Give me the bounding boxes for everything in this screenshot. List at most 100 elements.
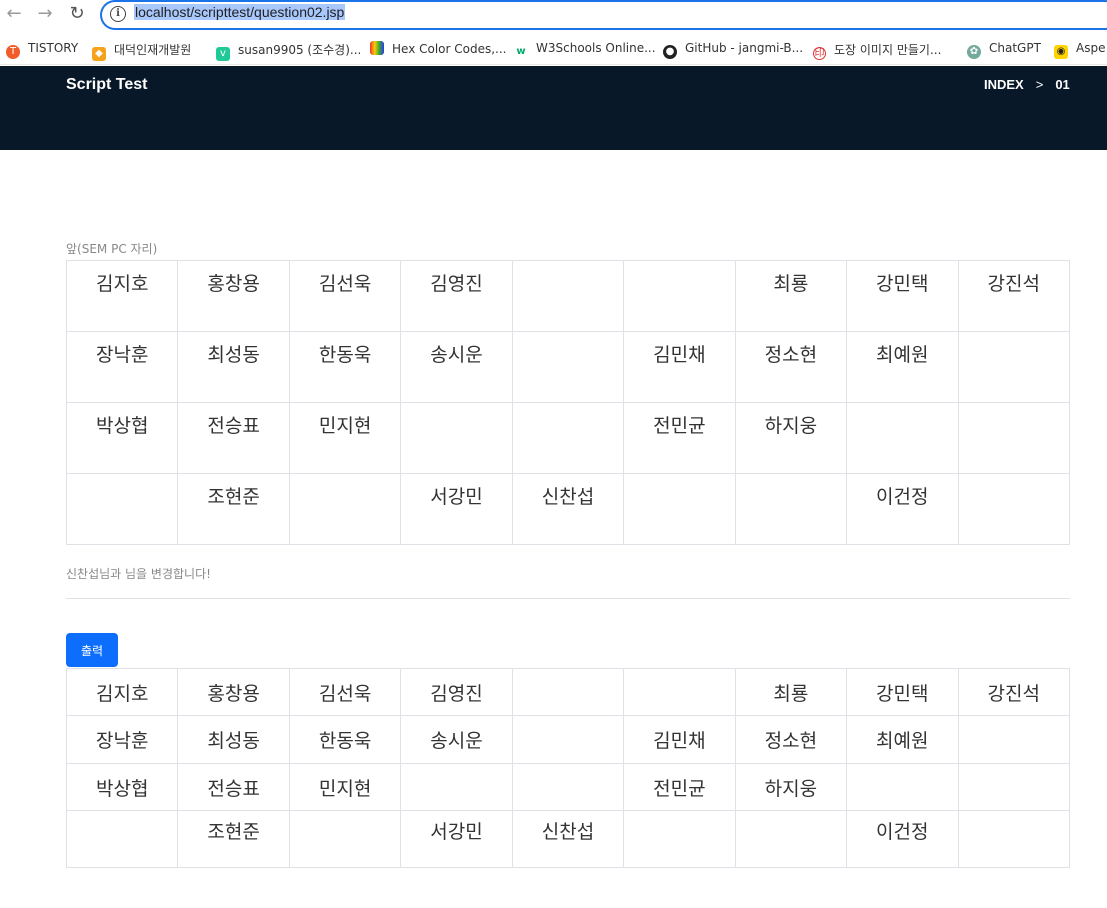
seat-cell[interactable]: 한동욱: [288, 715, 402, 764]
seat-table: 김지호 홍창용 김선욱 김영진 최룡 강민택 강진석장낙훈 최성동 한동욱 송시운 김민채 정소현 최예…: [65, 260, 1070, 545]
seat-cell[interactable]: 최성동: [177, 715, 290, 764]
seat-cell[interactable]: 하지웅: [734, 402, 848, 474]
w3schools-icon: w: [514, 45, 528, 59]
seat-cell[interactable]: [957, 402, 1070, 474]
back-icon[interactable]: ←: [2, 3, 26, 24]
seat-cell[interactable]: 장낙훈: [65, 331, 179, 403]
output-button[interactable]: 출력: [66, 633, 118, 667]
seat-cell[interactable]: 이건정: [846, 473, 959, 545]
output-seat-table: 김지호 홍창용 김선욱 김영진 최룡 강민택 강진석장낙훈 최성동 한동욱 송시운 김민채 정소현 최예…: [65, 668, 1070, 868]
seat-cell[interactable]: [957, 473, 1070, 545]
seat-cell[interactable]: 김영진: [400, 260, 513, 332]
seat-cell[interactable]: 이건정: [846, 810, 959, 868]
seat-cell[interactable]: [511, 668, 625, 716]
seat-cell[interactable]: [734, 810, 848, 868]
breadcrumb-current: 01: [1055, 77, 1070, 92]
bookmark-ddit[interactable]: ◆ 대덕인재개발원: [92, 41, 191, 61]
seat-cell[interactable]: [400, 402, 513, 474]
swap-message: 신찬섭님과 님을 변경합니다!: [66, 567, 211, 581]
seat-cell[interactable]: [623, 473, 736, 545]
seat-cell[interactable]: [734, 473, 848, 545]
seat-row: 박상협 전승표 민지현 전민균 하지웅: [65, 763, 1070, 811]
bookmark-github[interactable]: ● GitHub - jangmi-B...: [663, 41, 803, 59]
seat-cell[interactable]: 서강민: [400, 810, 513, 868]
seat-cell[interactable]: 신찬섭: [511, 473, 625, 545]
seat-caption: 앞(SEM PC 자리): [66, 242, 158, 256]
forward-icon[interactable]: →: [33, 3, 57, 24]
seat-cell[interactable]: 김민채: [623, 715, 736, 764]
brand-title[interactable]: Script Test: [66, 76, 148, 94]
seat-cell[interactable]: 최성동: [177, 331, 290, 403]
seat-cell[interactable]: [957, 715, 1070, 764]
seat-cell[interactable]: [623, 668, 736, 716]
bookmark-stamp[interactable]: 印 도장 이미지 만들기...: [813, 41, 941, 60]
breadcrumb-index[interactable]: INDEX: [984, 77, 1024, 92]
seat-cell[interactable]: 최예원: [846, 715, 959, 764]
info-icon[interactable]: i: [110, 6, 126, 22]
seat-cell[interactable]: 민지현: [288, 402, 402, 474]
seat-cell[interactable]: 홍창용: [177, 668, 290, 716]
seat-cell[interactable]: [511, 260, 625, 332]
seat-row: 조현준 서강민 신찬섭 이건정: [65, 810, 1070, 868]
seat-cell[interactable]: 송시운: [400, 715, 513, 764]
seat-cell[interactable]: 강진석: [957, 668, 1070, 716]
seat-cell[interactable]: [957, 331, 1070, 403]
bookmark-velog[interactable]: v susan9905 (조수경)...: [216, 41, 361, 61]
seat-cell[interactable]: 김선욱: [288, 668, 402, 716]
seat-cell[interactable]: 김영진: [400, 668, 513, 716]
seat-cell[interactable]: 김지호: [65, 260, 179, 332]
seat-cell[interactable]: [623, 260, 736, 332]
seat-cell[interactable]: [400, 763, 513, 811]
seat-cell[interactable]: 장낙훈: [65, 715, 179, 764]
seat-cell[interactable]: [288, 810, 402, 868]
seat-cell[interactable]: 홍창용: [177, 260, 290, 332]
seat-cell[interactable]: [511, 402, 625, 474]
seat-cell[interactable]: 조현준: [177, 810, 290, 868]
seat-row: 장낙훈 최성동 한동욱 송시운 김민채 정소현 최예원: [65, 331, 1070, 403]
seat-cell[interactable]: [957, 763, 1070, 811]
seat-cell[interactable]: 전민균: [623, 763, 736, 811]
seat-cell[interactable]: [511, 331, 625, 403]
bookmark-aspe[interactable]: ◉ Aspe: [1054, 41, 1105, 59]
seat-cell[interactable]: 정소현: [734, 331, 848, 403]
seat-cell[interactable]: [846, 402, 959, 474]
seat-cell[interactable]: 하지웅: [734, 763, 848, 811]
seat-cell[interactable]: 김선욱: [288, 260, 402, 332]
seat-cell[interactable]: 서강민: [400, 473, 513, 545]
bookmark-chatgpt[interactable]: ✿ ChatGPT: [967, 41, 1041, 59]
seat-cell[interactable]: 강민택: [846, 260, 959, 332]
seat-cell[interactable]: 최룡: [734, 668, 848, 716]
seat-cell[interactable]: 정소현: [734, 715, 848, 764]
seat-cell[interactable]: 최예원: [846, 331, 959, 403]
seat-cell[interactable]: 박상협: [65, 402, 179, 474]
url-text[interactable]: localhost/scripttest/question02.jsp: [134, 4, 346, 20]
seat-cell[interactable]: [846, 763, 959, 811]
seat-cell[interactable]: 강민택: [846, 668, 959, 716]
seat-cell[interactable]: [65, 810, 179, 868]
seat-cell[interactable]: 민지현: [288, 763, 402, 811]
stamp-icon: 印: [813, 47, 826, 60]
bookmark-w3schools[interactable]: w W3Schools Online...: [514, 41, 656, 59]
seat-cell[interactable]: 한동욱: [288, 331, 402, 403]
bookmark-tistory[interactable]: T TISTORY: [6, 41, 78, 59]
seat-cell[interactable]: 김민채: [623, 331, 736, 403]
seat-cell[interactable]: 최룡: [734, 260, 848, 332]
bookmarks-bar: T TISTORY ◆ 대덕인재개발원 v susan9905 (조수경)... He…: [0, 34, 1107, 65]
reload-icon[interactable]: ↻: [65, 3, 89, 24]
seat-cell[interactable]: 김지호: [65, 668, 179, 716]
bookmark-hex[interactable]: Hex Color Codes,...: [370, 41, 507, 56]
seat-cell[interactable]: 조현준: [177, 473, 290, 545]
seat-cell[interactable]: [511, 763, 625, 811]
seat-cell[interactable]: 전민균: [623, 402, 736, 474]
seat-cell[interactable]: 송시운: [400, 331, 513, 403]
seat-cell[interactable]: [288, 473, 402, 545]
seat-cell[interactable]: 전승표: [177, 402, 290, 474]
seat-cell[interactable]: [957, 810, 1070, 868]
seat-cell[interactable]: 전승표: [177, 763, 290, 811]
seat-cell[interactable]: 신찬섭: [511, 810, 625, 868]
seat-cell[interactable]: [65, 473, 179, 545]
seat-cell[interactable]: 박상협: [65, 763, 179, 811]
seat-cell[interactable]: [623, 810, 736, 868]
seat-cell[interactable]: [511, 715, 625, 764]
seat-cell[interactable]: 강진석: [957, 260, 1070, 332]
